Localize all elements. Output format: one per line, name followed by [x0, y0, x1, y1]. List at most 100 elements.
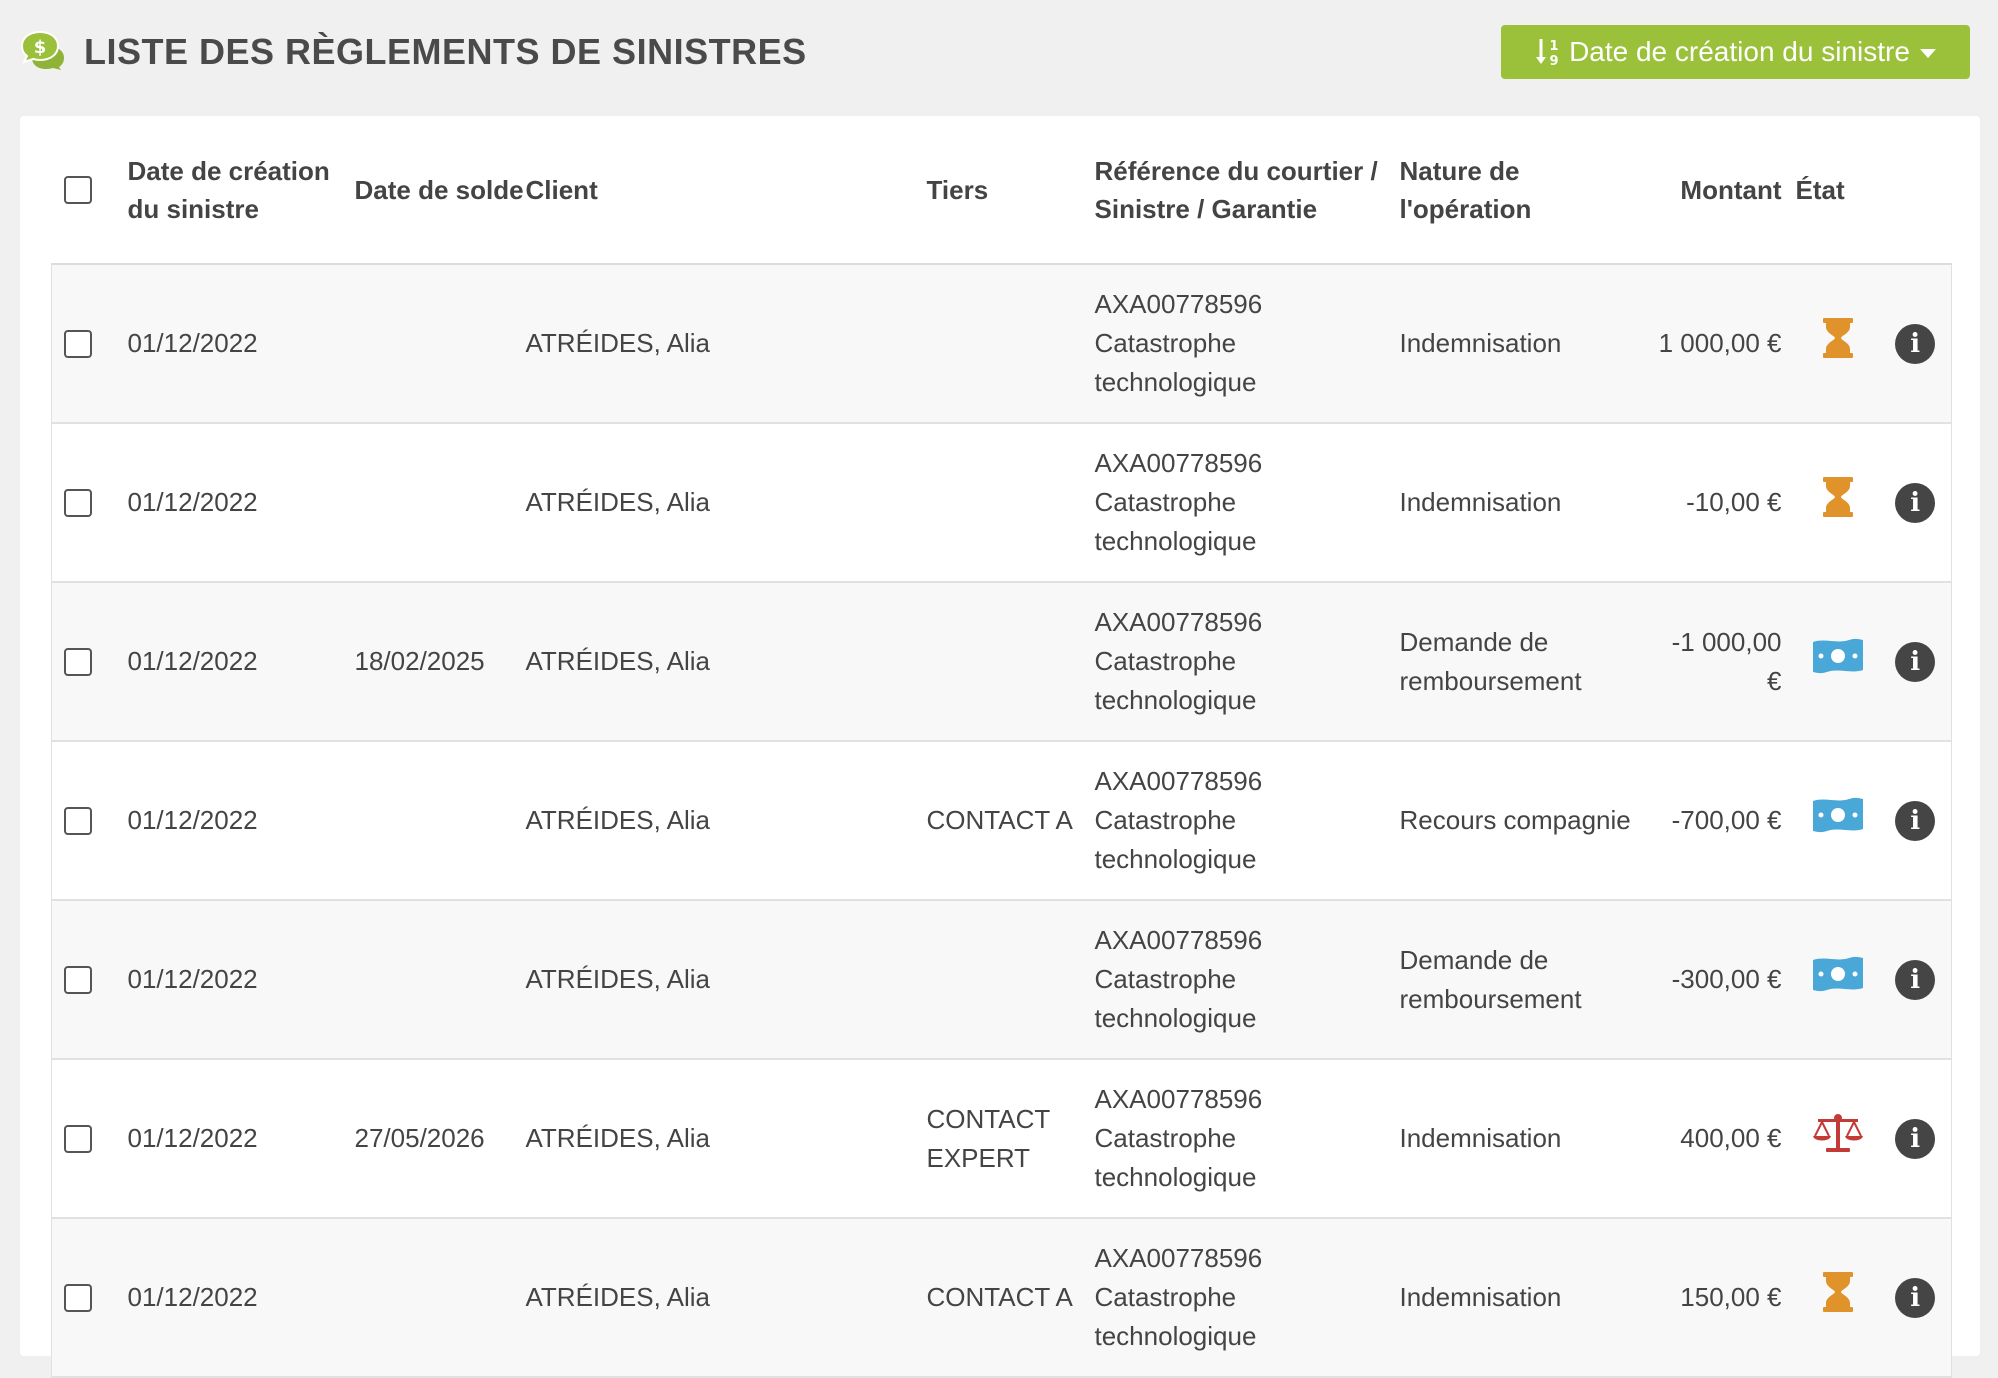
row-select-cell	[52, 1059, 128, 1218]
cell-client: ATRÉIDES, Alia	[525, 1282, 710, 1312]
guarantee-label: Catastrophe technologique	[1094, 805, 1257, 874]
info-icon[interactable]: i	[1895, 1277, 1936, 1318]
settlements-card: Date de création du sinistre Date de sol…	[20, 116, 1980, 1377]
cell-state	[1796, 1218, 1880, 1377]
reference-number: AXA00778596	[1094, 1084, 1263, 1114]
row-checkbox[interactable]	[64, 1124, 92, 1153]
info-icon[interactable]: i	[1895, 1118, 1936, 1159]
select-all-cell	[51, 116, 128, 265]
cell-amount: -300,00 €	[1671, 964, 1782, 994]
row-select-cell	[52, 264, 128, 423]
cell-nature: Demande de remboursement	[1399, 944, 1582, 1014]
cell-state	[1796, 423, 1880, 582]
cell-amount: -10,00 €	[1686, 487, 1782, 517]
row-checkbox[interactable]	[64, 329, 92, 358]
table-row[interactable]: 01/12/2022 ATRÉIDES, Alia AXA00778596 Catas…	[51, 264, 1952, 423]
cell-reference: AXA00778596 Catastrophe technologique	[1095, 1218, 1400, 1377]
col-header-reference[interactable]: Référence du courtier / Sinistre / Garan…	[1094, 116, 1400, 265]
table-row[interactable]: 01/12/2022 ATRÉIDES, Alia CONTACT A AXA0077…	[51, 741, 1952, 900]
cell-reference: AXA00778596 Catastrophe technologique	[1095, 1059, 1400, 1218]
cell-nature: Indemnisation	[1399, 328, 1562, 358]
cell-tiers: CONTACT A	[926, 805, 1073, 835]
col-header-client[interactable]: Client	[525, 116, 927, 265]
col-header-state[interactable]: État	[1795, 116, 1880, 265]
row-select-cell	[52, 900, 128, 1059]
cell-state	[1796, 900, 1880, 1059]
cell-creation-date: 01/12/2022	[127, 964, 258, 994]
info-icon[interactable]: i	[1895, 482, 1936, 523]
table-row[interactable]: 01/12/2022 ATRÉIDES, Alia AXA00778596 Catas…	[51, 423, 1952, 582]
cell-nature: Indemnisation	[1399, 1123, 1562, 1153]
col-header-creation-date[interactable]: Date de création du sinistre	[127, 116, 355, 265]
col-header-nature[interactable]: Nature de l'opération	[1399, 116, 1656, 265]
cell-client: ATRÉIDES, Alia	[525, 487, 710, 517]
col-header-solde-date[interactable]: Date de solde	[354, 116, 526, 265]
money-bill-icon	[1811, 638, 1865, 680]
cell-creation-date: 01/12/2022	[127, 1123, 258, 1153]
caret-down-icon	[1919, 48, 1936, 58]
cell-amount: 150,00 €	[1680, 1282, 1782, 1312]
cell-client: ATRÉIDES, Alia	[525, 805, 710, 835]
cell-solde-date	[355, 741, 526, 900]
cell-reference: AXA00778596 Catastrophe technologique	[1095, 264, 1400, 423]
cell-tiers	[927, 423, 1095, 582]
cell-tiers	[927, 264, 1095, 423]
row-checkbox[interactable]	[64, 647, 92, 676]
page-title: LISTE DES RÈGLEMENTS DE SINISTRES	[84, 31, 807, 72]
cell-amount: 1 000,00 €	[1658, 328, 1782, 358]
reference-number: AXA00778596	[1094, 1243, 1263, 1273]
table-row[interactable]: 01/12/2022 27/05/2026 ATRÉIDES, Alia CONTAC…	[51, 1059, 1952, 1218]
cell-creation-date: 01/12/2022	[127, 1282, 258, 1312]
info-icon[interactable]: i	[1895, 323, 1936, 364]
hourglass-icon	[1821, 1272, 1855, 1319]
cell-amount: -1 000,00 €	[1671, 626, 1782, 696]
cell-state	[1796, 264, 1880, 423]
cell-client: ATRÉIDES, Alia	[525, 328, 710, 358]
cell-amount: -700,00 €	[1671, 805, 1782, 835]
cell-amount: 400,00 €	[1680, 1123, 1782, 1153]
cell-actions: i	[1880, 900, 1952, 1059]
cell-client: ATRÉIDES, Alia	[525, 964, 710, 994]
cell-actions: i	[1880, 264, 1952, 423]
sort-numeric-icon: 1 9	[1536, 39, 1559, 67]
cell-tiers: CONTACT EXPERT	[926, 1103, 1050, 1173]
cell-state	[1796, 741, 1880, 900]
sort-dropdown-button[interactable]: 1 9 Date de création du sinistre	[1501, 25, 1970, 79]
table-header-row: Date de création du sinistre Date de sol…	[51, 116, 1952, 265]
cell-creation-date: 01/12/2022	[127, 487, 258, 517]
row-select-cell	[52, 1218, 128, 1377]
guarantee-label: Catastrophe technologique	[1094, 1123, 1257, 1192]
guarantee-label: Catastrophe technologique	[1094, 328, 1257, 397]
sort-button-label: Date de création du sinistre	[1569, 36, 1910, 67]
row-checkbox[interactable]	[64, 488, 92, 517]
row-checkbox[interactable]	[64, 1283, 92, 1312]
reference-number: AXA00778596	[1094, 607, 1263, 637]
table-row[interactable]: 01/12/2022 18/02/2025 ATRÉIDES, Alia AXA007…	[51, 582, 1952, 741]
cell-client: ATRÉIDES, Alia	[525, 646, 710, 676]
cell-tiers	[927, 582, 1095, 741]
cell-actions: i	[1880, 423, 1952, 582]
table-row[interactable]: 01/12/2022 ATRÉIDES, Alia AXA00778596 Catas…	[51, 900, 1952, 1059]
cell-tiers: CONTACT A	[926, 1282, 1073, 1312]
col-header-amount[interactable]: Montant	[1655, 116, 1796, 265]
row-checkbox[interactable]	[64, 806, 92, 835]
select-all-checkbox[interactable]	[63, 175, 92, 204]
guarantee-label: Catastrophe technologique	[1094, 646, 1257, 715]
cell-actions: i	[1880, 1059, 1952, 1218]
money-bill-icon	[1811, 797, 1865, 839]
cell-actions: i	[1880, 582, 1952, 741]
cell-solde-date	[355, 264, 526, 423]
info-icon[interactable]: i	[1895, 959, 1936, 1000]
col-header-tiers[interactable]: Tiers	[926, 116, 1095, 265]
info-icon[interactable]: i	[1895, 800, 1936, 841]
cell-solde-date: 27/05/2026	[354, 1123, 485, 1153]
balance-scale-icon	[1812, 1114, 1864, 1160]
cell-reference: AXA00778596 Catastrophe technologique	[1095, 900, 1400, 1059]
table-row[interactable]: 01/12/2022 ATRÉIDES, Alia CONTACT A AXA0077…	[51, 1218, 1952, 1377]
row-checkbox[interactable]	[64, 965, 92, 994]
svg-text:1: 1	[1550, 39, 1559, 54]
money-bill-icon	[1811, 956, 1865, 998]
info-icon[interactable]: i	[1895, 641, 1936, 682]
guarantee-label: Catastrophe technologique	[1094, 964, 1257, 1033]
cell-creation-date: 01/12/2022	[127, 328, 258, 358]
